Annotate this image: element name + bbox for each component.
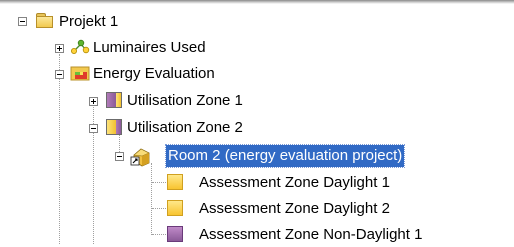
room-icon — [130, 145, 152, 167]
collapse-icon[interactable] — [89, 124, 98, 133]
tree-node-label[interactable]: Assessment Zone Daylight 2 — [197, 198, 392, 220]
tree-node-utilisation-zone-1[interactable]: Utilisation Zone 1 — [0, 89, 514, 113]
collapse-icon[interactable] — [55, 70, 64, 79]
energy-evaluation-icon — [70, 65, 90, 83]
collapse-icon[interactable] — [18, 17, 27, 26]
tree-node-label[interactable]: Assessment Zone Daylight 1 — [197, 172, 392, 194]
tree-node-room-2[interactable]: Room 2 (energy evaluation project) — [0, 144, 514, 169]
expand-icon[interactable] — [89, 97, 98, 106]
project-tree[interactable]: Projekt 1 Luminaires Used Energy Evaluat… — [0, 0, 514, 244]
tree-node-luminaires[interactable]: Luminaires Used — [0, 36, 514, 60]
folder-icon — [35, 12, 55, 30]
tree-node-utilisation-zone-2[interactable]: Utilisation Zone 2 — [0, 116, 514, 140]
tree-node-assessment-non-daylight-1[interactable]: Assessment Zone Non-Daylight 1 — [0, 223, 514, 247]
luminaires-icon — [70, 38, 90, 56]
tree-node-label[interactable]: Energy Evaluation — [91, 63, 217, 85]
tree-node-label[interactable]: Room 2 (energy evaluation project) — [164, 144, 406, 168]
tree-node-energy-evaluation[interactable]: Energy Evaluation — [0, 62, 514, 86]
tree-node-label[interactable]: Luminaires Used — [91, 37, 208, 59]
tree-node-label[interactable]: Utilisation Zone 2 — [125, 117, 245, 139]
daylight-zone-icon — [167, 174, 183, 190]
expand-icon[interactable] — [55, 44, 64, 53]
tree-node-project[interactable]: Projekt 1 — [0, 10, 514, 34]
tree-node-assessment-daylight-1[interactable]: Assessment Zone Daylight 1 — [0, 171, 514, 195]
tree-node-label[interactable]: Utilisation Zone 1 — [125, 90, 245, 112]
tree-node-assessment-daylight-2[interactable]: Assessment Zone Daylight 2 — [0, 197, 514, 221]
utilisation-zone-icon — [106, 92, 122, 108]
daylight-zone-icon — [167, 200, 183, 216]
collapse-icon[interactable] — [115, 152, 124, 161]
non-daylight-zone-icon — [167, 226, 183, 242]
tree-node-label[interactable]: Projekt 1 — [57, 11, 120, 33]
utilisation-zone-icon — [106, 119, 122, 135]
